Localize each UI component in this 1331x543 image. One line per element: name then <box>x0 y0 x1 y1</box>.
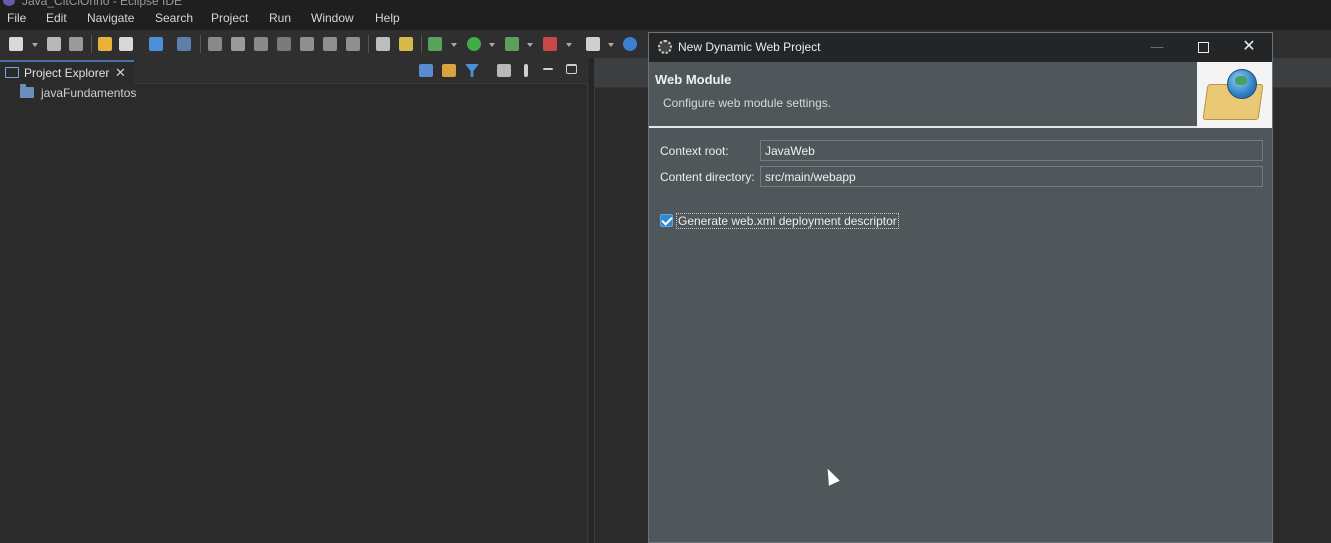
drop-to-frame-icon[interactable] <box>376 37 390 51</box>
coverage-dropdown-icon[interactable] <box>527 43 533 47</box>
server-dropdown-icon[interactable] <box>608 43 614 47</box>
maximize-icon[interactable] <box>566 64 577 74</box>
content-directory-label: Content directory: <box>660 170 755 184</box>
wizard-banner: Web Module Configure web module settings… <box>649 62 1272 128</box>
menu-run[interactable]: Run <box>269 11 291 25</box>
server-icon[interactable] <box>586 37 600 51</box>
spring-icon[interactable] <box>623 37 637 51</box>
menu-search[interactable]: Search <box>155 11 193 25</box>
tree-item-label: javaFundamentos <box>41 86 137 100</box>
collapse-all-icon[interactable] <box>419 64 433 77</box>
close-button[interactable]: ✕ <box>1241 39 1257 55</box>
project-explorer: Project Explorer ✕ javaFundamentos <box>0 58 588 543</box>
content-directory-input[interactable] <box>760 166 1263 187</box>
context-root-input[interactable] <box>760 140 1263 161</box>
view-menu-icon[interactable] <box>524 64 528 77</box>
generate-web-xml-label[interactable]: Generate web.xml deployment descriptor <box>676 213 899 229</box>
external-tools-dropdown-icon[interactable] <box>566 43 572 47</box>
toggle-icon[interactable] <box>149 37 163 51</box>
tab-project-explorer[interactable]: Project Explorer ✕ <box>0 60 134 84</box>
globe-land-icon <box>1235 76 1247 85</box>
redo-icon[interactable] <box>119 37 133 51</box>
maximize-button[interactable] <box>1195 39 1211 55</box>
debug-icon[interactable] <box>428 37 442 51</box>
run-dropdown-icon[interactable] <box>489 43 495 47</box>
new-dynamic-web-project-dialog: New Dynamic Web Project — ✕ Web Module C… <box>648 32 1273 543</box>
step-into-icon[interactable] <box>300 37 314 51</box>
dialog-title: New Dynamic Web Project <box>678 40 821 54</box>
dialog-titlebar: New Dynamic Web Project — ✕ <box>649 33 1272 62</box>
step-over-icon[interactable] <box>323 37 337 51</box>
new-icon[interactable] <box>9 37 23 51</box>
project-explorer-icon <box>5 67 19 78</box>
banner-title: Web Module <box>655 72 732 87</box>
external-tools-icon[interactable] <box>543 37 557 51</box>
explorer-header: Project Explorer ✕ <box>0 58 588 84</box>
step-return-icon[interactable] <box>346 37 360 51</box>
toolbar-separator <box>91 35 92 53</box>
debug-dropdown-icon[interactable] <box>451 43 457 47</box>
menu-navigate[interactable]: Navigate <box>87 11 134 25</box>
coverage-icon[interactable] <box>505 37 519 51</box>
disconnect-icon[interactable] <box>277 37 291 51</box>
context-root-label: Context root: <box>660 144 729 158</box>
menu-window[interactable]: Window <box>311 11 354 25</box>
eclipse-icon <box>3 0 15 6</box>
banner-description: Configure web module settings. <box>663 96 832 110</box>
filter-icon[interactable] <box>465 64 479 77</box>
save-icon[interactable] <box>47 37 61 51</box>
window-titlebar: Java_CitCiOnno - Eclipse IDE <box>0 0 1331 8</box>
link-with-editor-icon[interactable] <box>442 64 456 77</box>
save-all-icon[interactable] <box>69 37 83 51</box>
undo-icon[interactable] <box>98 37 112 51</box>
minimize-icon[interactable] <box>543 68 553 70</box>
search-icon[interactable] <box>177 37 191 51</box>
suspend-icon[interactable] <box>231 37 245 51</box>
terminate-icon[interactable] <box>254 37 268 51</box>
window-title: Java_CitCiOnno - Eclipse IDE <box>22 0 183 8</box>
resume-icon[interactable] <box>208 37 222 51</box>
toolbar-separator <box>368 35 369 53</box>
web-project-icon <box>1197 62 1272 128</box>
project-explorer-label: Project Explorer <box>24 66 110 80</box>
toolbar-separator <box>200 35 201 53</box>
gear-icon <box>658 40 672 54</box>
menu-file[interactable]: File <box>7 11 26 25</box>
menu-project[interactable]: Project <box>211 11 248 25</box>
menu-help[interactable]: Help <box>375 11 400 25</box>
generate-web-xml-checkbox[interactable] <box>660 214 673 227</box>
run-icon[interactable] <box>467 37 481 51</box>
focus-icon[interactable] <box>497 64 511 77</box>
close-icon[interactable]: ✕ <box>115 65 126 81</box>
toolbar-separator <box>421 35 422 53</box>
new-dropdown-icon[interactable] <box>32 43 38 47</box>
minimize-button[interactable]: — <box>1149 39 1165 55</box>
menu-edit[interactable]: Edit <box>46 11 67 25</box>
menu-bar: File Edit Navigate Search Project Run Wi… <box>0 8 1331 30</box>
project-folder-icon <box>20 84 34 98</box>
use-step-filters-icon[interactable] <box>399 37 413 51</box>
